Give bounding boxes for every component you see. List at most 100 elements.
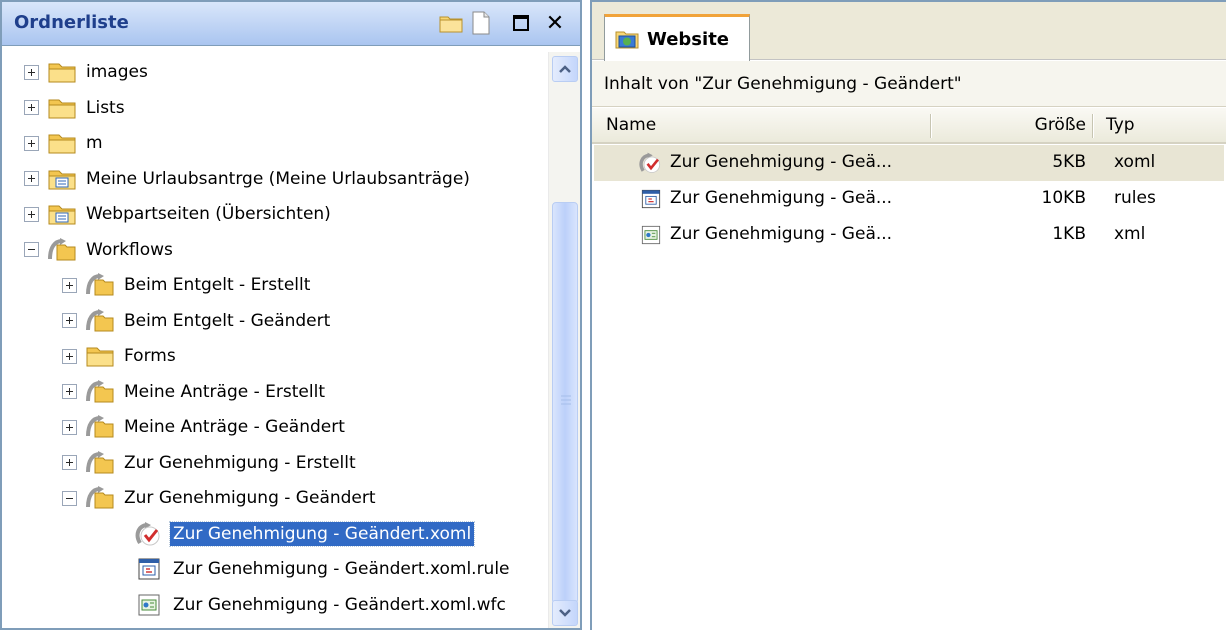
scroll-down-button[interactable] (552, 600, 578, 626)
expand-toggle[interactable] (62, 384, 77, 399)
expand-toggle[interactable] (62, 313, 77, 328)
tree-item[interactable]: Meine Anträge - Geändert (62, 411, 348, 443)
content-title: Inhalt von "Zur Genehmigung - Geändert" (604, 73, 962, 94)
tree-item[interactable]: Zur Genehmigung - Erstellt (62, 447, 359, 479)
tree-item[interactable]: Zur Genehmigung - Geändert.xoml (134, 518, 476, 550)
collapse-toggle[interactable] (62, 490, 77, 506)
file-row[interactable]: Zur Genehmigung - Geä... 5KB xoml (594, 145, 1224, 181)
file-size: 10KB (1041, 188, 1086, 208)
tree-item-icon (47, 130, 77, 156)
list-folder-icon (48, 205, 76, 225)
column-header-size[interactable]: Größe (1012, 115, 1086, 135)
folder-icon (48, 63, 76, 83)
file-row[interactable]: Zur Genehmigung - Geä... 10KB rules (594, 181, 1224, 217)
workflow-folder-icon (86, 415, 114, 438)
file-row[interactable]: Zur Genehmigung - Geä... 1KB xml (594, 217, 1224, 253)
column-header-type[interactable]: Typ (1106, 115, 1135, 135)
tree-item-label: Lists (86, 97, 125, 118)
expand-toggle[interactable] (24, 171, 39, 186)
grip-icon (561, 395, 571, 405)
tree-item-icon (85, 414, 115, 440)
new-folder-button[interactable] (438, 10, 464, 36)
file-size: 1KB (1052, 224, 1086, 244)
new-page-button[interactable] (468, 10, 494, 36)
tree-item-icon (85, 272, 115, 298)
tree-item-label: m (86, 133, 103, 153)
website-content-pane: Website Inhalt von "Zur Genehmigung - Ge… (590, 0, 1226, 630)
workflow-folder-icon (86, 273, 114, 296)
file-type: xml (1114, 224, 1146, 244)
expand-toggle[interactable] (62, 419, 77, 435)
file-type: xoml (1114, 152, 1156, 172)
sharepoint-designer-window: Ordnerliste ✕ images Lists m Meine Urlau… (0, 0, 1226, 630)
tree-item[interactable]: Zur Genehmigung - Geändert.xoml.wfc (134, 589, 509, 621)
tree-item-label: Webpartseiten (Übersichten) (86, 204, 331, 224)
close-icon: ✕ (545, 10, 565, 36)
tree-item-icon (134, 592, 164, 618)
workflow-folder-icon (86, 450, 114, 473)
tab-strip: Website (592, 2, 1226, 61)
tree-item[interactable]: Lists (24, 92, 128, 124)
tree-item-label: Beim Entgelt - Erstellt (124, 275, 311, 295)
tree-item[interactable]: Zur Genehmigung - Geändert.xoml.rule (134, 553, 513, 585)
page-icon (472, 11, 490, 35)
tree-item-label: Forms (124, 346, 176, 366)
tree-item-icon (47, 201, 77, 227)
tree-item[interactable]: Beim Entgelt - Erstellt (62, 269, 313, 301)
tree-item[interactable]: Forms (62, 340, 179, 372)
folder-list-title: Ordnerliste (14, 12, 129, 33)
expand-toggle[interactable] (24, 135, 39, 151)
maximize-icon (513, 15, 529, 31)
workflow-folder-icon (86, 486, 114, 509)
expand-toggle[interactable] (62, 277, 77, 293)
tree-item[interactable]: Beim Entgelt - Geändert (62, 305, 333, 337)
expand-toggle[interactable] (62, 455, 77, 470)
folder-icon (48, 134, 76, 154)
workflow-folder-icon (86, 308, 114, 331)
column-separator[interactable] (930, 114, 931, 138)
tab-website[interactable]: Website (604, 14, 750, 61)
folder-icon (86, 347, 114, 367)
file-list-header: Name Größe Typ (592, 108, 1226, 144)
content-title-bar: Inhalt von "Zur Genehmigung - Geändert" (592, 61, 1226, 107)
rules-file-icon (138, 558, 160, 580)
tree-item[interactable]: Workflows (24, 234, 176, 266)
close-button[interactable]: ✕ (542, 10, 568, 36)
folder-list-header: Ordnerliste ✕ (2, 2, 580, 46)
maximize-button[interactable] (508, 10, 534, 36)
expand-toggle[interactable] (62, 348, 77, 364)
file-name: Zur Genehmigung - Geä... (670, 188, 893, 208)
tree-item[interactable]: Meine Anträge - Erstellt (62, 376, 328, 408)
tree-item-label: Meine Urlaubsantrge (Meine Urlaubsanträg… (86, 168, 470, 189)
expand-toggle[interactable] (24, 64, 39, 80)
collapse-toggle[interactable] (24, 242, 39, 257)
scroll-up-button[interactable] (552, 56, 578, 82)
tree-item-icon (85, 485, 115, 511)
tree-item[interactable]: Meine Urlaubsantrge (Meine Urlaubsanträg… (24, 163, 473, 195)
tree-item-icon (134, 556, 164, 582)
column-header-name[interactable]: Name (606, 115, 656, 135)
tree-item-icon (85, 343, 115, 369)
tree-item[interactable]: Webpartseiten (Übersichten) (24, 198, 334, 230)
file-name: Zur Genehmigung - Geä... (670, 224, 893, 244)
tree-item[interactable]: Zur Genehmigung - Geändert (62, 482, 379, 514)
file-name: Zur Genehmigung - Geä... (670, 152, 893, 172)
workflow-folder-icon (48, 237, 76, 260)
tree-item-icon (134, 521, 164, 547)
tree-item[interactable]: images (24, 56, 151, 88)
column-separator[interactable] (1092, 114, 1093, 138)
folder-tree: images Lists m Meine Urlaubsantrge (Meine U… (2, 52, 548, 628)
tree-item-label: Zur Genehmigung - Geändert.xoml (168, 520, 476, 547)
folder-icon (439, 16, 463, 33)
tree-item-icon (47, 59, 77, 85)
website-icon (615, 31, 639, 49)
expand-toggle[interactable] (24, 206, 39, 222)
scroll-thumb[interactable] (552, 202, 578, 604)
expand-toggle[interactable] (24, 100, 39, 115)
tree-item-label: Beim Entgelt - Geändert (124, 310, 331, 331)
tree-item-label: Zur Genehmigung - Erstellt (124, 452, 356, 473)
tree-item-icon (85, 308, 115, 334)
vertical-scrollbar[interactable] (548, 52, 580, 628)
rules-file-icon (641, 189, 661, 209)
tree-item[interactable]: m (24, 127, 106, 159)
